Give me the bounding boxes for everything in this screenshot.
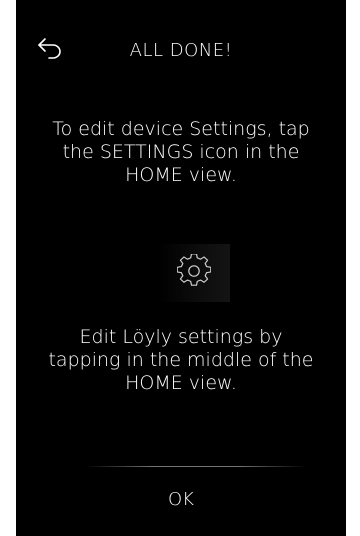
loyly-instruction-text: Edit Löyly settings by tapping in the mi… [48,326,314,394]
gear-icon [176,253,212,292]
settings-icon-preview [158,244,230,302]
page-title: ALL DONE! [129,40,233,61]
divider [86,466,306,467]
done-screen: ALL DONE! To edit device Settings, tap t… [16,0,346,536]
ok-button[interactable]: OK [16,480,346,520]
settings-instruction-text: To edit device Settings, tap the SETTING… [52,118,310,186]
header: ALL DONE! [16,32,346,68]
